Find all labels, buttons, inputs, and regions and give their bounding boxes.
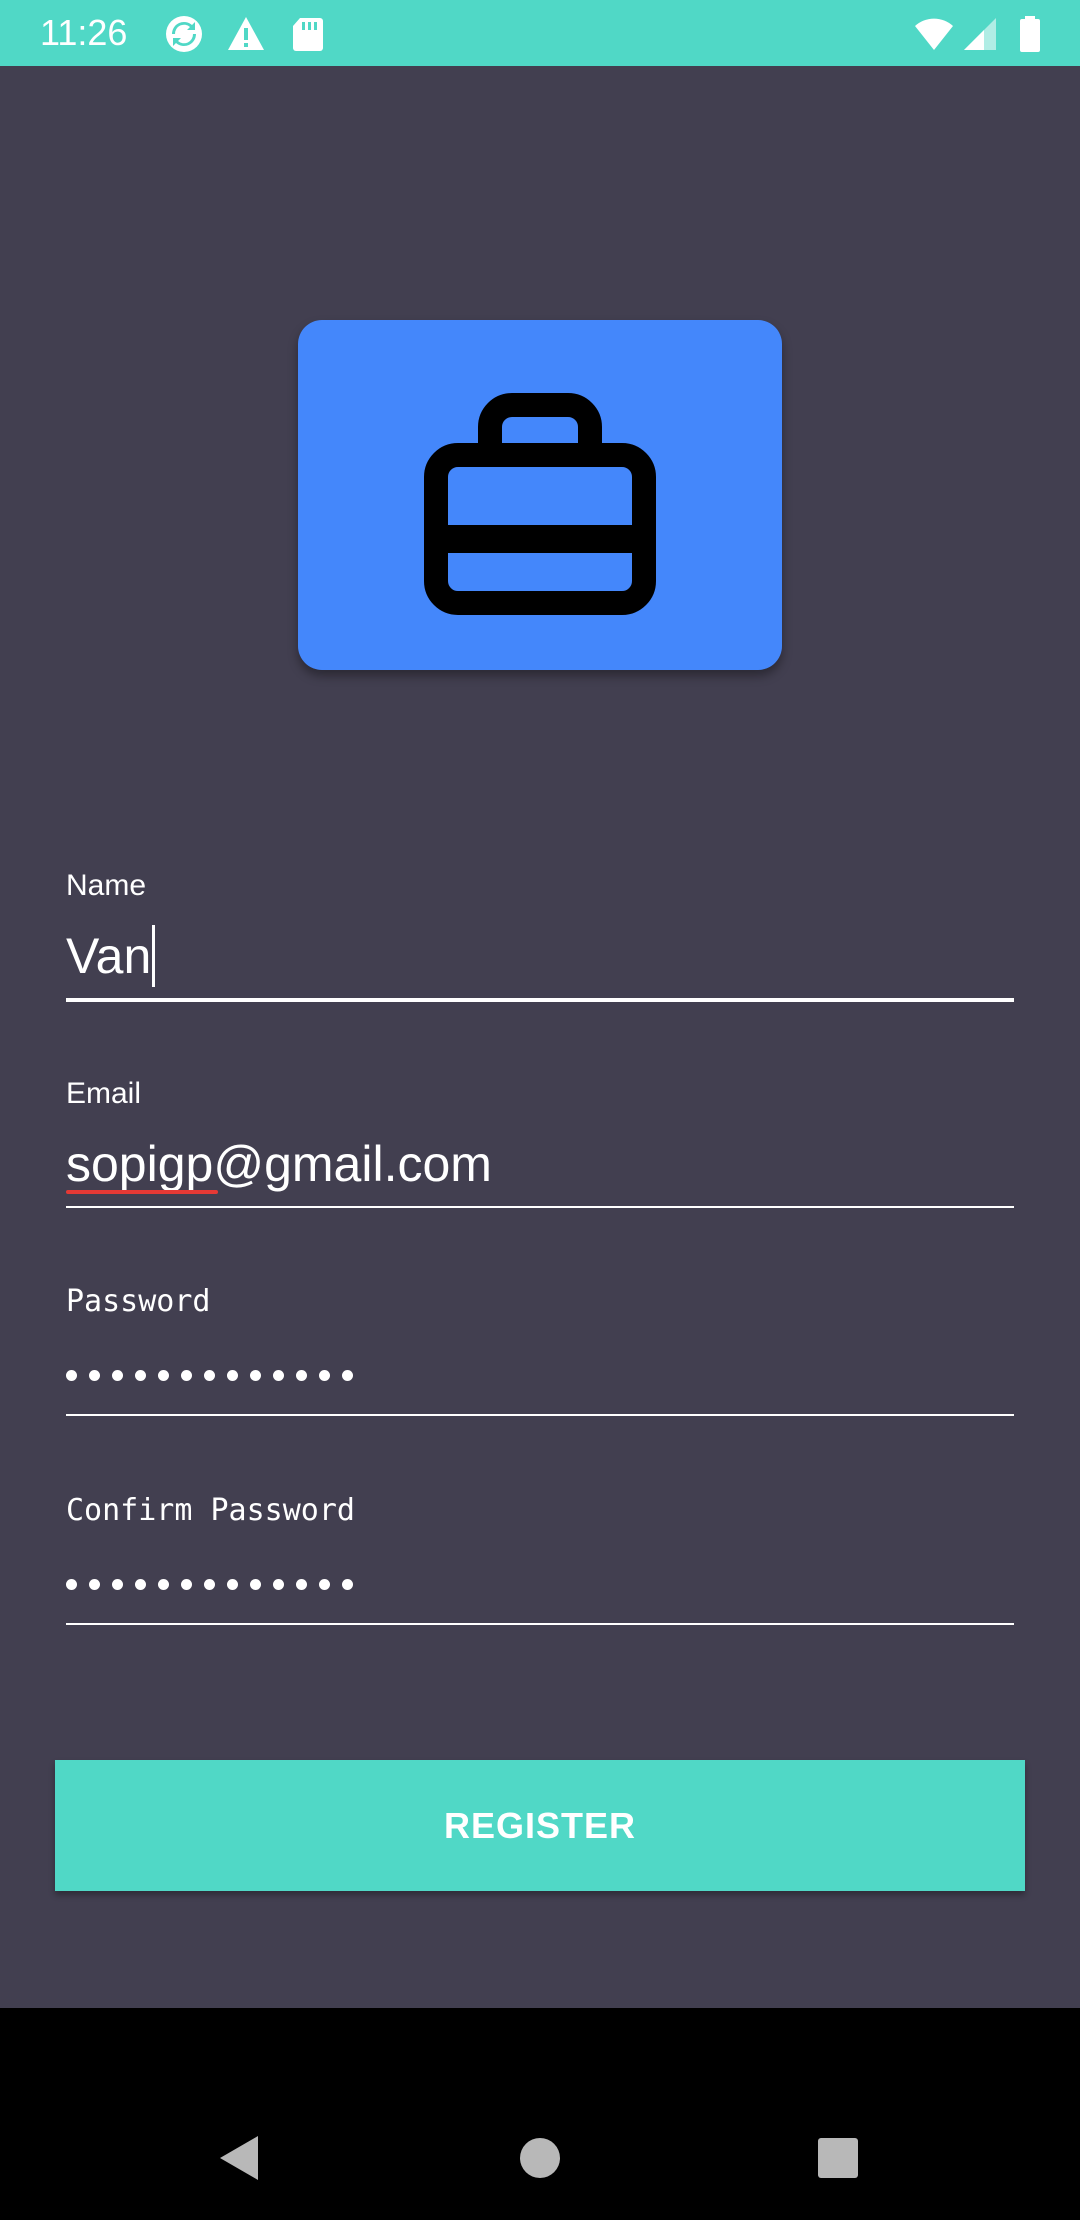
briefcase-icon [424, 393, 656, 615]
password-dot [158, 1370, 169, 1381]
confirm-password-label: Confirm Password [66, 1493, 355, 1528]
password-dot [227, 1579, 238, 1590]
password-dot [112, 1579, 123, 1590]
sd-card-icon [293, 18, 323, 51]
email-input[interactable]: sopigp@gmail.com [66, 1134, 492, 1194]
status-time: 11:26 [40, 12, 128, 53]
password-dot [135, 1579, 146, 1590]
password-dot [66, 1579, 77, 1590]
password-dot [181, 1579, 192, 1590]
name-input[interactable]: Van [66, 924, 156, 991]
password-dot [204, 1370, 215, 1381]
password-dot [342, 1370, 353, 1381]
email-underline [66, 1206, 1014, 1208]
password-dot [112, 1370, 123, 1381]
password-dot [66, 1370, 77, 1381]
password-dot [319, 1579, 330, 1590]
password-dot [158, 1579, 169, 1590]
password-dot [204, 1579, 215, 1590]
password-dot [181, 1370, 192, 1381]
confirm-password-underline [66, 1623, 1014, 1625]
password-dot [250, 1579, 261, 1590]
warning-icon [228, 17, 264, 50]
password-input[interactable] [66, 1370, 365, 1381]
password-dot [89, 1370, 100, 1381]
password-dot [342, 1579, 353, 1590]
password-dot [135, 1370, 146, 1381]
status-bar: 11:26 [0, 0, 1080, 66]
name-label: Name [66, 869, 147, 902]
navigation-bar [0, 2008, 1080, 2220]
home-icon[interactable] [510, 2128, 570, 2188]
password-underline [66, 1414, 1014, 1416]
battery-icon [1020, 16, 1040, 52]
email-label: Email [66, 1077, 142, 1110]
name-underline [66, 998, 1014, 1002]
password-dot [296, 1370, 307, 1381]
sync-icon [166, 16, 202, 52]
signal-icon [964, 18, 996, 50]
password-dot [273, 1370, 284, 1381]
app-logo [298, 320, 782, 670]
password-dot [273, 1579, 284, 1590]
password-dot [89, 1579, 100, 1590]
recents-icon[interactable] [808, 2128, 868, 2188]
password-label: Password [66, 1284, 211, 1319]
password-dot [319, 1370, 330, 1381]
password-dot [227, 1370, 238, 1381]
confirm-password-input[interactable] [66, 1579, 365, 1590]
password-dot [296, 1579, 307, 1590]
wifi-icon [915, 18, 953, 50]
name-value: Van [66, 928, 152, 984]
spellcheck-underline [66, 1190, 218, 1194]
register-button[interactable]: REGISTER [55, 1760, 1025, 1891]
password-dot [250, 1370, 261, 1381]
text-cursor [152, 924, 156, 987]
back-icon[interactable] [210, 2128, 270, 2188]
